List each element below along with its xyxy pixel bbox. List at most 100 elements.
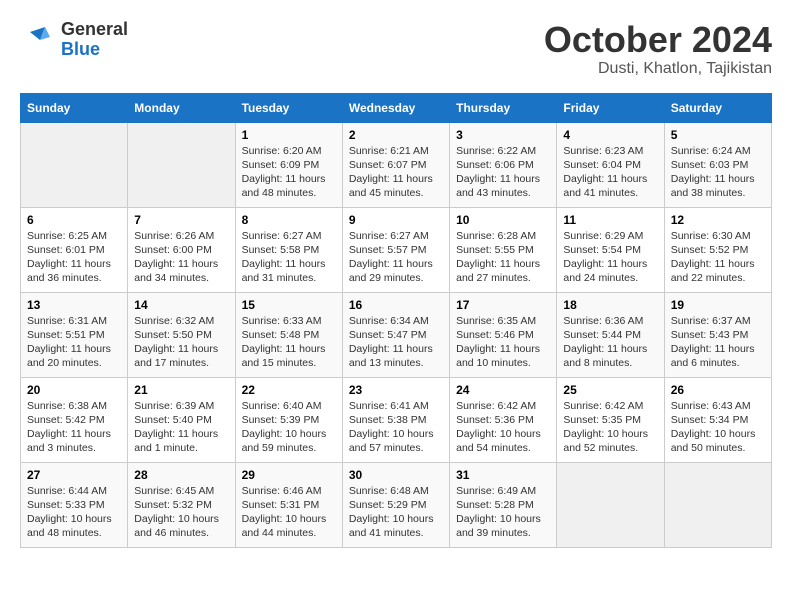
calendar-cell (128, 122, 235, 207)
page-header: General Blue October 2024 Dusti, Khatlon… (20, 20, 772, 78)
day-content: Sunrise: 6:48 AMSunset: 5:29 PMDaylight:… (349, 484, 443, 541)
day-header-saturday: Saturday (664, 93, 771, 122)
day-content: Sunrise: 6:22 AMSunset: 6:06 PMDaylight:… (456, 144, 550, 201)
calendar-week-4: 20Sunrise: 6:38 AMSunset: 5:42 PMDayligh… (21, 377, 772, 462)
day-number: 5 (671, 128, 765, 142)
day-number: 8 (242, 213, 336, 227)
day-content: Sunrise: 6:29 AMSunset: 5:54 PMDaylight:… (563, 229, 657, 286)
day-content: Sunrise: 6:41 AMSunset: 5:38 PMDaylight:… (349, 399, 443, 456)
day-content: Sunrise: 6:28 AMSunset: 5:55 PMDaylight:… (456, 229, 550, 286)
day-number: 25 (563, 383, 657, 397)
day-number: 2 (349, 128, 443, 142)
calendar-cell: 10 Sunrise: 6:28 AMSunset: 5:55 PMDayligh… (450, 207, 557, 292)
day-header-thursday: Thursday (450, 93, 557, 122)
day-number: 28 (134, 468, 228, 482)
day-content: Sunrise: 6:46 AMSunset: 5:31 PMDaylight:… (242, 484, 336, 541)
day-header-sunday: Sunday (21, 93, 128, 122)
calendar-cell: 29 Sunrise: 6:46 AMSunset: 5:31 PMDayligh… (235, 462, 342, 547)
calendar-week-5: 27Sunrise: 6:44 AMSunset: 5:33 PMDayligh… (21, 462, 772, 547)
calendar-cell: 2 Sunrise: 6:21 AMSunset: 6:07 PMDaylight… (342, 122, 449, 207)
calendar-cell (21, 122, 128, 207)
calendar-week-3: 13 Sunrise: 6:31 AMSunset: 5:51 PMDayligh… (21, 292, 772, 377)
calendar-cell: 9Sunrise: 6:27 AMSunset: 5:57 PMDaylight… (342, 207, 449, 292)
day-content: Sunrise: 6:37 AMSunset: 5:43 PMDaylight:… (671, 314, 765, 371)
day-content: Sunrise: 6:39 AMSunset: 5:40 PMDaylight:… (134, 399, 228, 456)
calendar-cell: 25Sunrise: 6:42 AMSunset: 5:35 PMDayligh… (557, 377, 664, 462)
day-number: 13 (27, 298, 121, 312)
day-number: 30 (349, 468, 443, 482)
day-content: Sunrise: 6:23 AMSunset: 6:04 PMDaylight:… (563, 144, 657, 201)
day-header-wednesday: Wednesday (342, 93, 449, 122)
logo-blue: Blue (61, 40, 100, 60)
day-number: 26 (671, 383, 765, 397)
calendar-cell: 8 Sunrise: 6:27 AMSunset: 5:58 PMDaylight… (235, 207, 342, 292)
calendar-cell: 17 Sunrise: 6:35 AMSunset: 5:46 PMDayligh… (450, 292, 557, 377)
month-title: October 2024 (544, 20, 772, 60)
day-number: 17 (456, 298, 550, 312)
day-number: 15 (242, 298, 336, 312)
calendar-cell: 26 Sunrise: 6:43 AMSunset: 5:34 PMDayligh… (664, 377, 771, 462)
day-number: 14 (134, 298, 228, 312)
day-number: 18 (563, 298, 657, 312)
day-number: 21 (134, 383, 228, 397)
calendar-cell: 12Sunrise: 6:30 AMSunset: 5:52 PMDayligh… (664, 207, 771, 292)
day-content: Sunrise: 6:42 AMSunset: 5:36 PMDaylight:… (456, 399, 550, 456)
calendar-week-1: 1 Sunrise: 6:20 AMSunset: 6:09 PMDaylight… (21, 122, 772, 207)
calendar-cell: 19 Sunrise: 6:37 AMSunset: 5:43 PMDayligh… (664, 292, 771, 377)
calendar-week-2: 6Sunrise: 6:25 AMSunset: 6:01 PMDaylight… (21, 207, 772, 292)
day-content: Sunrise: 6:27 AMSunset: 5:57 PMDaylight:… (349, 229, 443, 286)
calendar-cell: 18 Sunrise: 6:36 AMSunset: 5:44 PMDayligh… (557, 292, 664, 377)
day-content: Sunrise: 6:27 AMSunset: 5:58 PMDaylight:… (242, 229, 336, 286)
calendar-cell: 11 Sunrise: 6:29 AMSunset: 5:54 PMDayligh… (557, 207, 664, 292)
calendar-table: SundayMondayTuesdayWednesdayThursdayFrid… (20, 93, 772, 548)
logo-general: General (61, 20, 128, 40)
day-number: 20 (27, 383, 121, 397)
day-content: Sunrise: 6:33 AMSunset: 5:48 PMDaylight:… (242, 314, 336, 371)
calendar-cell: 15 Sunrise: 6:33 AMSunset: 5:48 PMDayligh… (235, 292, 342, 377)
day-content: Sunrise: 6:35 AMSunset: 5:46 PMDaylight:… (456, 314, 550, 371)
day-content: Sunrise: 6:21 AMSunset: 6:07 PMDaylight:… (349, 144, 443, 201)
day-content: Sunrise: 6:24 AMSunset: 6:03 PMDaylight:… (671, 144, 765, 201)
calendar-cell: 20Sunrise: 6:38 AMSunset: 5:42 PMDayligh… (21, 377, 128, 462)
day-number: 10 (456, 213, 550, 227)
calendar-cell: 24Sunrise: 6:42 AMSunset: 5:36 PMDayligh… (450, 377, 557, 462)
calendar-cell: 13 Sunrise: 6:31 AMSunset: 5:51 PMDayligh… (21, 292, 128, 377)
location: Dusti, Khatlon, Tajikistan (544, 60, 772, 78)
calendar-cell (557, 462, 664, 547)
calendar-cell: 5 Sunrise: 6:24 AMSunset: 6:03 PMDaylight… (664, 122, 771, 207)
calendar-cell: 30 Sunrise: 6:48 AMSunset: 5:29 PMDayligh… (342, 462, 449, 547)
day-content: Sunrise: 6:45 AMSunset: 5:32 PMDaylight:… (134, 484, 228, 541)
calendar-header-row: SundayMondayTuesdayWednesdayThursdayFrid… (21, 93, 772, 122)
calendar-cell: 27Sunrise: 6:44 AMSunset: 5:33 PMDayligh… (21, 462, 128, 547)
day-content: Sunrise: 6:44 AMSunset: 5:33 PMDaylight:… (27, 484, 121, 541)
calendar-cell: 23 Sunrise: 6:41 AMSunset: 5:38 PMDayligh… (342, 377, 449, 462)
day-number: 1 (242, 128, 336, 142)
calendar-cell: 31 Sunrise: 6:49 AMSunset: 5:28 PMDayligh… (450, 462, 557, 547)
day-content: Sunrise: 6:20 AMSunset: 6:09 PMDaylight:… (242, 144, 336, 201)
day-content: Sunrise: 6:40 AMSunset: 5:39 PMDaylight:… (242, 399, 336, 456)
logo-text-block: General Blue (61, 20, 128, 60)
day-content: Sunrise: 6:32 AMSunset: 5:50 PMDaylight:… (134, 314, 228, 371)
calendar-cell: 1 Sunrise: 6:20 AMSunset: 6:09 PMDaylight… (235, 122, 342, 207)
day-content: Sunrise: 6:31 AMSunset: 5:51 PMDaylight:… (27, 314, 121, 371)
day-number: 29 (242, 468, 336, 482)
calendar-cell: 4 Sunrise: 6:23 AMSunset: 6:04 PMDaylight… (557, 122, 664, 207)
day-number: 22 (242, 383, 336, 397)
day-number: 11 (563, 213, 657, 227)
day-number: 16 (349, 298, 443, 312)
day-content: Sunrise: 6:26 AMSunset: 6:00 PMDaylight:… (134, 229, 228, 286)
day-content: Sunrise: 6:49 AMSunset: 5:28 PMDaylight:… (456, 484, 550, 541)
day-number: 3 (456, 128, 550, 142)
day-number: 6 (27, 213, 121, 227)
day-header-tuesday: Tuesday (235, 93, 342, 122)
day-number: 23 (349, 383, 443, 397)
day-number: 12 (671, 213, 765, 227)
calendar-cell: 6Sunrise: 6:25 AMSunset: 6:01 PMDaylight… (21, 207, 128, 292)
day-content: Sunrise: 6:36 AMSunset: 5:44 PMDaylight:… (563, 314, 657, 371)
day-content: Sunrise: 6:43 AMSunset: 5:34 PMDaylight:… (671, 399, 765, 456)
calendar-cell: 21 Sunrise: 6:39 AMSunset: 5:40 PMDayligh… (128, 377, 235, 462)
calendar-cell: 28 Sunrise: 6:45 AMSunset: 5:32 PMDayligh… (128, 462, 235, 547)
day-number: 31 (456, 468, 550, 482)
day-number: 19 (671, 298, 765, 312)
day-number: 4 (563, 128, 657, 142)
